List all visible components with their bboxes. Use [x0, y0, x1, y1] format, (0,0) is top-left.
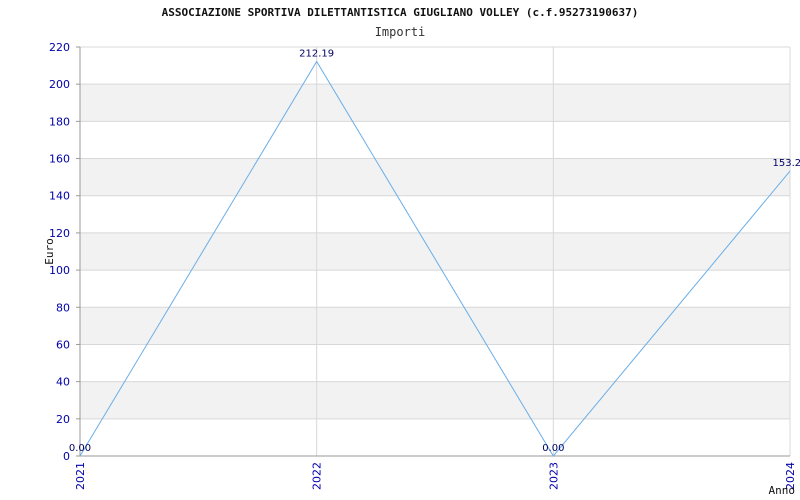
grid-band [80, 158, 790, 196]
y-tick-label: 100 [49, 264, 70, 277]
y-tick-label: 20 [56, 413, 70, 426]
x-tick-label: 2021 [74, 462, 87, 490]
y-tick-label: 60 [56, 338, 70, 351]
y-tick-label: 120 [49, 227, 70, 240]
grid-band [80, 232, 790, 271]
data-label: 153.29 [773, 158, 800, 169]
y-tick-label: 200 [49, 78, 70, 91]
data-label: 212.19 [299, 49, 334, 60]
y-tick-label: 40 [56, 376, 70, 389]
y-tick-label: 160 [49, 153, 70, 166]
x-axis-label: Anno [769, 484, 796, 497]
x-axis-ticks: 2021 2022 2023 2024 [74, 462, 797, 490]
grid-band [80, 381, 790, 419]
data-label: 0.00 [69, 443, 91, 454]
line-chart: 020406080100120140160180200220 2021 2022 2… [43, 41, 800, 497]
x-tick-label: 2022 [311, 462, 324, 490]
data-label: 0.00 [542, 443, 564, 454]
x-tick-label: 2023 [547, 462, 560, 490]
y-tick-label: 80 [56, 301, 70, 314]
y-tick-label: 140 [49, 190, 70, 203]
grid-band [80, 307, 790, 345]
y-tick-label: 220 [49, 41, 70, 54]
grid-bands [80, 84, 790, 419]
y-tick-label: 180 [49, 115, 70, 128]
grid-band [80, 84, 790, 122]
y-axis-label: Euro [43, 238, 56, 265]
